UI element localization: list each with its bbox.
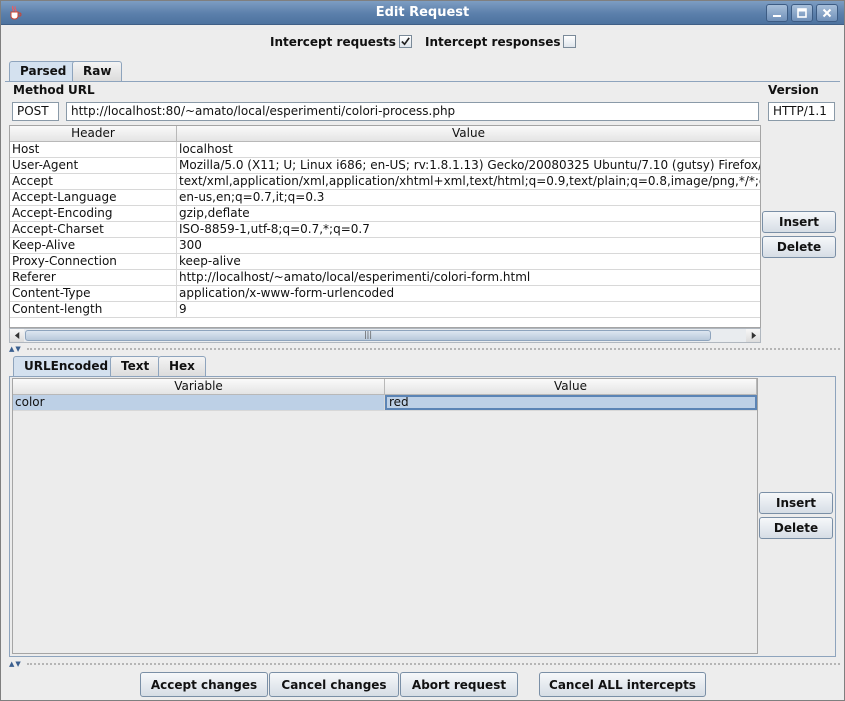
table-row[interactable]: Content-length 9 <box>10 302 760 318</box>
arrow-right-icon <box>751 332 756 339</box>
cancel-changes-button[interactable]: Cancel changes <box>269 672 399 697</box>
version-label: Version <box>768 83 819 97</box>
header-value-cell[interactable]: 9 <box>177 302 760 317</box>
header-name-cell[interactable]: Content-Type <box>10 286 177 301</box>
tab-underline <box>5 81 840 82</box>
variables-table-header: Variable Value <box>13 379 757 395</box>
table-row[interactable]: User-Agent Mozilla/5.0 (X11; U; Linux i68… <box>10 158 760 174</box>
intercept-responses-checkbox[interactable] <box>563 35 576 48</box>
checkmark-icon <box>401 37 410 46</box>
tab-hex[interactable]: Hex <box>158 356 206 376</box>
edit-request-window: Edit Request Intercept requests : Interc… <box>0 0 845 701</box>
tab-raw[interactable]: Raw <box>72 61 123 81</box>
header-value-cell[interactable]: http://localhost/~amato/local/esperiment… <box>177 270 760 285</box>
cancel-all-intercepts-button[interactable]: Cancel ALL intercepts <box>539 672 706 697</box>
collapse-arrows-icon: ▲▼ <box>9 660 22 668</box>
abort-request-button[interactable]: Abort request <box>400 672 518 697</box>
header-name-cell[interactable]: Referer <box>10 270 177 285</box>
table-row[interactable]: Accept text/xml,application/xml,applicati… <box>10 174 760 190</box>
table-row[interactable]: Referer http://localhost/~amato/local/esp… <box>10 270 760 286</box>
title-bar[interactable]: Edit Request <box>1 1 844 25</box>
window-title: Edit Request <box>375 5 470 20</box>
header-name-cell[interactable]: Proxy-Connection <box>10 254 177 269</box>
maximize-icon <box>797 8 807 18</box>
header-name-cell[interactable]: Host <box>10 142 177 157</box>
header-value-cell[interactable]: gzip,deflate <box>177 206 760 221</box>
header-name-cell[interactable]: Content-length <box>10 302 177 317</box>
header-value-cell[interactable]: 300 <box>177 238 760 253</box>
scroll-right-button[interactable] <box>746 329 760 342</box>
url-label: URL <box>68 83 95 97</box>
close-icon <box>822 8 832 18</box>
header-value-cell[interactable]: Mozilla/5.0 (X11; U; Linux i686; en-US; … <box>177 158 760 173</box>
split-divider-top[interactable]: ▲▼ <box>5 345 840 353</box>
method-label: Method <box>13 83 65 97</box>
variable-insert-button[interactable]: Insert <box>759 492 833 514</box>
tab-parsed[interactable]: Parsed <box>9 61 78 82</box>
scroll-left-button[interactable] <box>10 329 24 342</box>
table-row[interactable]: Content-Type application/x-www-form-urlen… <box>10 286 760 302</box>
headers-table: Header Value Host localhost User-Agent Mozi… <box>9 125 761 328</box>
collapse-arrows-icon: ▲▼ <box>9 345 22 353</box>
maximize-button[interactable] <box>791 4 813 22</box>
header-value-cell[interactable]: keep-alive <box>177 254 760 269</box>
header-value-cell[interactable]: localhost <box>177 142 760 157</box>
header-delete-button[interactable]: Delete <box>762 236 836 258</box>
scroll-thumb[interactable]: ||| <box>25 330 711 341</box>
url-field[interactable]: http://localhost:80/~amato/local/esperim… <box>66 102 759 121</box>
headers-table-body: Host localhost User-Agent Mozilla/5.0 (X11;… <box>10 142 760 318</box>
intercept-requests-checkbox[interactable] <box>399 35 412 48</box>
column-header-value[interactable]: Value <box>177 126 760 141</box>
header-name-cell[interactable]: Accept <box>10 174 177 189</box>
header-name-cell[interactable]: User-Agent <box>10 158 177 173</box>
header-value-cell[interactable]: text/xml,application/xml,application/xht… <box>177 174 760 189</box>
minimize-icon <box>773 15 781 17</box>
method-field[interactable]: POST <box>12 102 59 121</box>
variables-table: Variable Value color red <box>12 378 758 654</box>
header-name-cell[interactable]: Keep-Alive <box>10 238 177 253</box>
accept-changes-button[interactable]: Accept changes <box>140 672 268 697</box>
variable-name-cell[interactable]: color <box>13 395 385 410</box>
version-field[interactable]: HTTP/1.1 <box>768 102 835 121</box>
header-value-cell[interactable]: ISO-8859-1,utf-8;q=0.7,*;q=0.7 <box>177 222 760 237</box>
header-value-cell[interactable]: en-us,en;q=0.7,it;q=0.3 <box>177 190 760 205</box>
header-name-cell[interactable]: Accept-Encoding <box>10 206 177 221</box>
minimize-button[interactable] <box>766 4 788 22</box>
column-header-header[interactable]: Header <box>10 126 177 141</box>
headers-horizontal-scrollbar[interactable]: ||| <box>9 328 761 343</box>
variable-delete-button[interactable]: Delete <box>759 517 833 539</box>
variable-row[interactable]: color red <box>13 395 757 411</box>
table-row[interactable]: Accept-Charset ISO-8859-1,utf-8;q=0.7,*;q… <box>10 222 760 238</box>
table-row[interactable]: Keep-Alive 300 <box>10 238 760 254</box>
column-header-var-value[interactable]: Value <box>385 379 757 394</box>
header-name-cell[interactable]: Accept-Language <box>10 190 177 205</box>
intercept-responses-label: Intercept responses : <box>425 35 570 49</box>
headers-table-header: Header Value <box>10 126 760 142</box>
table-row[interactable]: Proxy-Connection keep-alive <box>10 254 760 270</box>
intercept-options: Intercept requests : Intercept responses… <box>1 34 844 52</box>
arrow-left-icon <box>14 332 19 339</box>
header-insert-button[interactable]: Insert <box>762 211 836 233</box>
intercept-requests-label: Intercept requests : <box>270 35 405 49</box>
close-button[interactable] <box>816 4 838 22</box>
header-value-cell[interactable]: application/x-www-form-urlencoded <box>177 286 760 301</box>
header-name-cell[interactable]: Accept-Charset <box>10 222 177 237</box>
variable-value-cell[interactable]: red <box>385 395 757 410</box>
table-row[interactable]: Host localhost <box>10 142 760 158</box>
table-row[interactable]: Accept-Language en-us,en;q=0.7,it;q=0.3 <box>10 190 760 206</box>
table-row[interactable]: Accept-Encoding gzip,deflate <box>10 206 760 222</box>
split-divider-bottom[interactable]: ▲▼ <box>5 660 840 668</box>
tab-text[interactable]: Text <box>110 356 161 376</box>
tab-urlencoded[interactable]: URLEncoded <box>13 356 120 377</box>
column-header-variable[interactable]: Variable <box>13 379 385 394</box>
